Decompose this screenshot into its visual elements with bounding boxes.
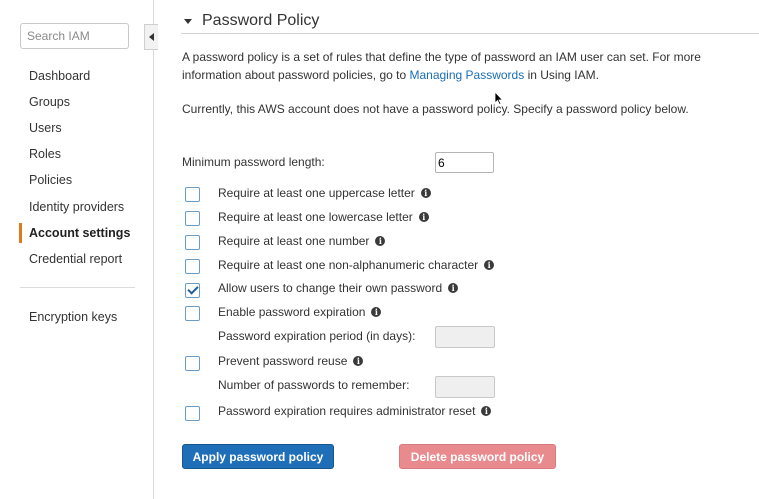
uppercase-checkbox[interactable]: [185, 187, 200, 202]
main-content: Password Policy A password policy is a s…: [154, 0, 759, 499]
admin-reset-option: Password expiration requires administrat…: [218, 404, 492, 418]
section-header[interactable]: Password Policy: [184, 12, 319, 30]
password-expiration-checkbox[interactable]: [185, 306, 200, 321]
header-divider: [181, 33, 759, 34]
prevent-reuse-checkbox[interactable]: [185, 356, 200, 371]
non-alphanumeric-option: Require at least one non-alphanumeric ch…: [218, 258, 495, 272]
sidebar-item-account-settings[interactable]: Account settings: [29, 226, 130, 240]
sidebar-item-dashboard[interactable]: Dashboard: [29, 69, 90, 83]
info-icon[interactable]: i: [375, 236, 386, 246]
expiration-period-label: Password expiration period (in days):: [218, 329, 416, 343]
info-icon[interactable]: i: [371, 307, 382, 317]
info-icon[interactable]: i: [481, 406, 492, 416]
option-label: Password expiration requires administrat…: [218, 404, 476, 418]
sidebar-item-users[interactable]: Users: [29, 121, 62, 135]
non-alphanumeric-checkbox[interactable]: [185, 259, 200, 274]
sidebar: Dashboard Groups Users Roles Policies Id…: [0, 0, 154, 499]
apply-password-policy-button[interactable]: Apply password policy: [182, 444, 334, 469]
sidebar-item-policies[interactable]: Policies: [29, 173, 72, 187]
option-label: Require at least one uppercase letter: [218, 186, 415, 200]
lowercase-checkbox[interactable]: [185, 211, 200, 226]
managing-passwords-link[interactable]: Managing Passwords: [409, 68, 524, 82]
option-label: Enable password expiration: [218, 305, 366, 319]
uppercase-option: Require at least one uppercase letter i: [218, 186, 431, 200]
prevent-reuse-option: Prevent password reuse i: [218, 354, 364, 368]
allow-change-password-checkbox[interactable]: [185, 283, 200, 298]
admin-reset-checkbox[interactable]: [185, 406, 200, 421]
sidebar-divider: [20, 287, 135, 288]
info-icon[interactable]: i: [484, 260, 495, 270]
password-expiration-option: Enable password expiration i: [218, 305, 382, 319]
reuse-count-label: Number of passwords to remember:: [218, 378, 410, 392]
option-label: Require at least one number: [218, 234, 370, 248]
sidebar-item-credential-report[interactable]: Credential report: [29, 252, 122, 266]
info-icon[interactable]: i: [420, 188, 431, 198]
section-title: Password Policy: [202, 12, 320, 29]
number-checkbox[interactable]: [185, 235, 200, 250]
info-icon[interactable]: i: [353, 356, 364, 366]
allow-change-password-option: Allow users to change their own password…: [218, 281, 459, 295]
status-paragraph: Currently, this AWS account does not hav…: [182, 102, 689, 116]
mouse-cursor-icon: [494, 91, 504, 105]
min-length-label: Minimum password length:: [182, 155, 325, 169]
min-length-input[interactable]: [435, 152, 494, 173]
sidebar-item-identity-providers[interactable]: Identity providers: [29, 200, 124, 214]
sidebar-item-groups[interactable]: Groups: [29, 95, 70, 109]
sidebar-item-encryption-keys[interactable]: Encryption keys: [29, 310, 117, 324]
intro-suffix: in Using IAM.: [527, 68, 599, 82]
search-input[interactable]: [20, 23, 129, 49]
option-label: Prevent password reuse: [218, 354, 348, 368]
option-label: Require at least one lowercase letter: [218, 210, 413, 224]
option-label: Allow users to change their own password: [218, 281, 443, 295]
info-icon[interactable]: i: [418, 212, 429, 222]
lowercase-option: Require at least one lowercase letter i: [218, 210, 429, 224]
caret-down-icon: [184, 18, 192, 24]
reuse-count-input[interactable]: [435, 376, 495, 398]
delete-password-policy-button[interactable]: Delete password policy: [399, 444, 556, 469]
option-label: Require at least one non-alphanumeric ch…: [218, 258, 479, 272]
expiration-period-input[interactable]: [435, 326, 495, 348]
sidebar-item-roles[interactable]: Roles: [29, 147, 61, 161]
intro-paragraph: A password policy is a set of rules that…: [182, 48, 737, 84]
active-indicator: [19, 223, 22, 243]
info-icon[interactable]: i: [448, 283, 459, 293]
number-option: Require at least one number i: [218, 234, 386, 248]
